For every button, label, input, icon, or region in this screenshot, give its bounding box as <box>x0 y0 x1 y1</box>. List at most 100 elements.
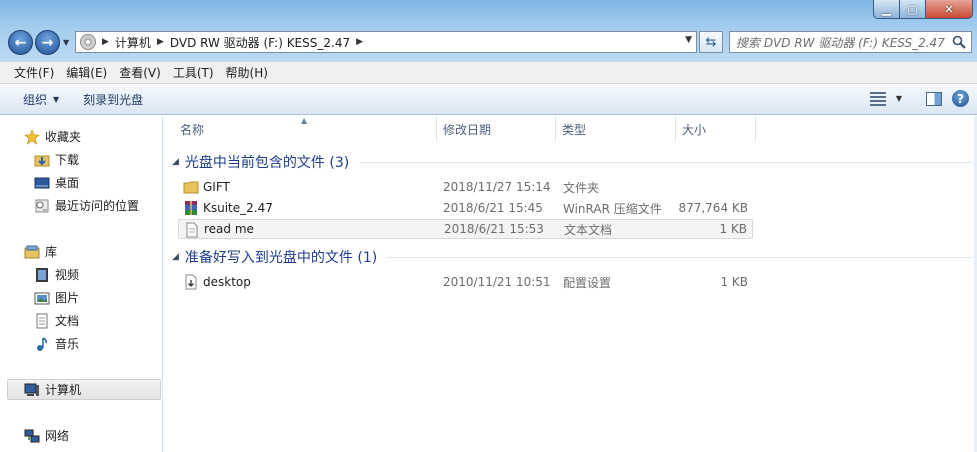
change-view-icon[interactable] <box>869 91 886 106</box>
back-button[interactable]: ← <box>8 30 33 55</box>
group-divider <box>359 161 972 163</box>
file-type: WinRAR 压缩文件 <box>563 201 662 216</box>
nav-label: 文档 <box>55 314 80 328</box>
disc-drive-icon <box>80 34 96 50</box>
nav-label: 收藏夹 <box>45 130 82 144</box>
forward-button[interactable]: → <box>35 30 60 55</box>
folder-icon <box>183 181 199 194</box>
file-date: 2018/6/21 15:53 <box>444 222 544 236</box>
nav-label: 下载 <box>55 153 80 167</box>
nav-downloads[interactable]: 下载 <box>34 149 79 170</box>
preview-pane-icon[interactable] <box>926 91 942 106</box>
file-row-read-me[interactable]: read me 2018/6/21 15:53 文本文档 1 KB <box>178 219 753 239</box>
burn-to-disc-button[interactable]: 刻录到光盘 <box>74 91 152 108</box>
nav-label: 图片 <box>55 291 80 305</box>
file-row-ksuite[interactable]: Ksuite_2.47 2018/6/21 15:45 WinRAR 压缩文件 … <box>178 198 753 218</box>
computer-icon <box>24 383 39 396</box>
file-row-desktop[interactable]: desktop 2010/11/21 10:51 配置设置 1 KB <box>178 272 753 292</box>
download-folder-icon <box>34 155 50 166</box>
nav-documents[interactable]: 文档 <box>34 310 79 331</box>
file-type: 文件夹 <box>563 180 600 195</box>
nav-label: 视频 <box>55 268 80 282</box>
close-button[interactable]: ✕ <box>926 0 973 19</box>
picture-icon <box>34 292 50 304</box>
menu-help[interactable]: 帮助(H) <box>220 64 274 81</box>
nav-pictures[interactable]: 图片 <box>34 287 79 308</box>
nav-computer[interactable]: 计算机 <box>7 379 161 400</box>
document-icon <box>36 313 48 328</box>
navigation-pane: 收藏夹 下载 桌面 最近访问的位置 库 视频 图片 文档 音乐 计算机 网络 <box>0 116 163 452</box>
organize-label: 组织 <box>23 93 48 107</box>
group-header-ready-to-burn[interactable]: ◢ 准备好写入到光盘中的文件 (1) <box>172 247 972 267</box>
file-size: 877,764 KB <box>678 201 748 215</box>
column-header-type[interactable]: 类型 <box>556 116 676 142</box>
desktop-icon <box>34 177 50 188</box>
file-name: desktop <box>203 275 251 289</box>
group-header-on-disc[interactable]: ◢ 光盘中当前包含的文件 (3) <box>172 152 972 172</box>
nav-label: 网络 <box>45 429 70 443</box>
menu-edit[interactable]: 编辑(E) <box>60 64 113 81</box>
column-header-size[interactable]: 大小 <box>676 116 756 142</box>
view-controls: ▼ ? <box>869 90 969 107</box>
search-icon[interactable] <box>952 35 966 49</box>
video-icon <box>36 267 48 282</box>
file-date: 2018/6/21 15:45 <box>443 201 543 215</box>
library-icon <box>24 245 40 258</box>
nav-videos[interactable]: 视频 <box>34 264 79 285</box>
config-file-icon <box>185 274 197 290</box>
address-bar[interactable]: ▶ 计算机 ▶ DVD RW 驱动器 (F:) KESS_2.47 ▶ ▼ <box>75 31 697 53</box>
refresh-button[interactable]: ⇆ <box>699 31 723 53</box>
minimize-icon: ▁ <box>882 2 891 16</box>
nav-label: 桌面 <box>55 176 80 190</box>
nav-libraries[interactable]: 库 <box>24 241 57 262</box>
help-icon[interactable]: ? <box>952 90 969 107</box>
menu-tools[interactable]: 工具(T) <box>167 64 220 81</box>
recent-pages-dropdown[interactable]: ▼ <box>63 38 69 47</box>
column-label: 类型 <box>562 122 587 137</box>
breadcrumb-drive[interactable]: DVD RW 驱动器 (F:) KESS_2.47 <box>170 34 350 51</box>
column-header-name[interactable]: ▲ 名称 <box>164 116 437 142</box>
organize-button[interactable]: 组织 ▼ <box>14 91 68 108</box>
menu-bar: 文件(F) 编辑(E) 查看(V) 工具(T) 帮助(H) <box>0 62 977 84</box>
chevron-right-icon[interactable]: ▶ <box>356 37 363 47</box>
collapse-icon[interactable]: ◢ <box>172 157 179 167</box>
burn-label: 刻录到光盘 <box>83 93 144 107</box>
file-size: 1 KB <box>719 222 747 236</box>
file-list: ▲ 名称 修改日期 类型 大小 ◢ 光盘中当前包含的文件 (3) GIFT 20… <box>164 116 977 452</box>
nav-network[interactable]: 网络 <box>24 425 69 446</box>
minimize-button[interactable]: ▁ <box>873 0 900 19</box>
column-label: 大小 <box>682 122 707 137</box>
sort-ascending-icon: ▲ <box>301 116 308 125</box>
menu-file[interactable]: 文件(F) <box>8 64 60 81</box>
arrow-right-icon: → <box>41 34 54 51</box>
file-name: read me <box>204 222 254 236</box>
file-type: 文本文档 <box>564 222 613 237</box>
breadcrumb-computer[interactable]: 计算机 <box>115 34 151 51</box>
group-title: 准备好写入到光盘中的文件 (1) <box>184 250 378 266</box>
column-label: 名称 <box>180 122 205 137</box>
maximize-button[interactable]: ▢ <box>900 0 926 19</box>
chevron-right-icon[interactable]: ▶ <box>102 37 109 47</box>
title-bar: ▁ ▢ ✕ ← → ▼ ▶ 计算机 ▶ DVD RW 驱动器 (F:) KESS… <box>0 0 977 62</box>
nav-recent-places[interactable]: 最近访问的位置 <box>34 195 139 216</box>
search-placeholder: 搜索 DVD RW 驱动器 (F:) KESS_2.47 <box>736 35 945 50</box>
nav-desktop[interactable]: 桌面 <box>34 172 79 193</box>
menu-view[interactable]: 查看(V) <box>113 64 167 81</box>
refresh-icon: ⇆ <box>705 34 717 50</box>
chevron-down-icon[interactable]: ▼ <box>896 94 902 103</box>
nav-label: 库 <box>45 245 58 259</box>
window-controls: ▁ ▢ ✕ <box>873 0 973 19</box>
file-name: Ksuite_2.47 <box>203 201 273 215</box>
nav-music[interactable]: 音乐 <box>34 333 79 354</box>
chevron-right-icon[interactable]: ▶ <box>157 37 164 47</box>
winrar-icon <box>185 201 197 215</box>
search-input[interactable]: 搜索 DVD RW 驱动器 (F:) KESS_2.47 <box>729 31 972 53</box>
nav-favorites[interactable]: 收藏夹 <box>24 126 81 147</box>
collapse-icon[interactable]: ◢ <box>172 252 179 262</box>
network-icon <box>24 429 40 442</box>
file-row-gift[interactable]: GIFT 2018/11/27 15:14 文件夹 <box>178 177 753 197</box>
address-dropdown-button[interactable]: ▼ <box>685 35 692 45</box>
column-header-date[interactable]: 修改日期 <box>437 116 556 142</box>
arrow-left-icon: ← <box>14 34 27 51</box>
chevron-down-icon: ▼ <box>53 95 60 104</box>
